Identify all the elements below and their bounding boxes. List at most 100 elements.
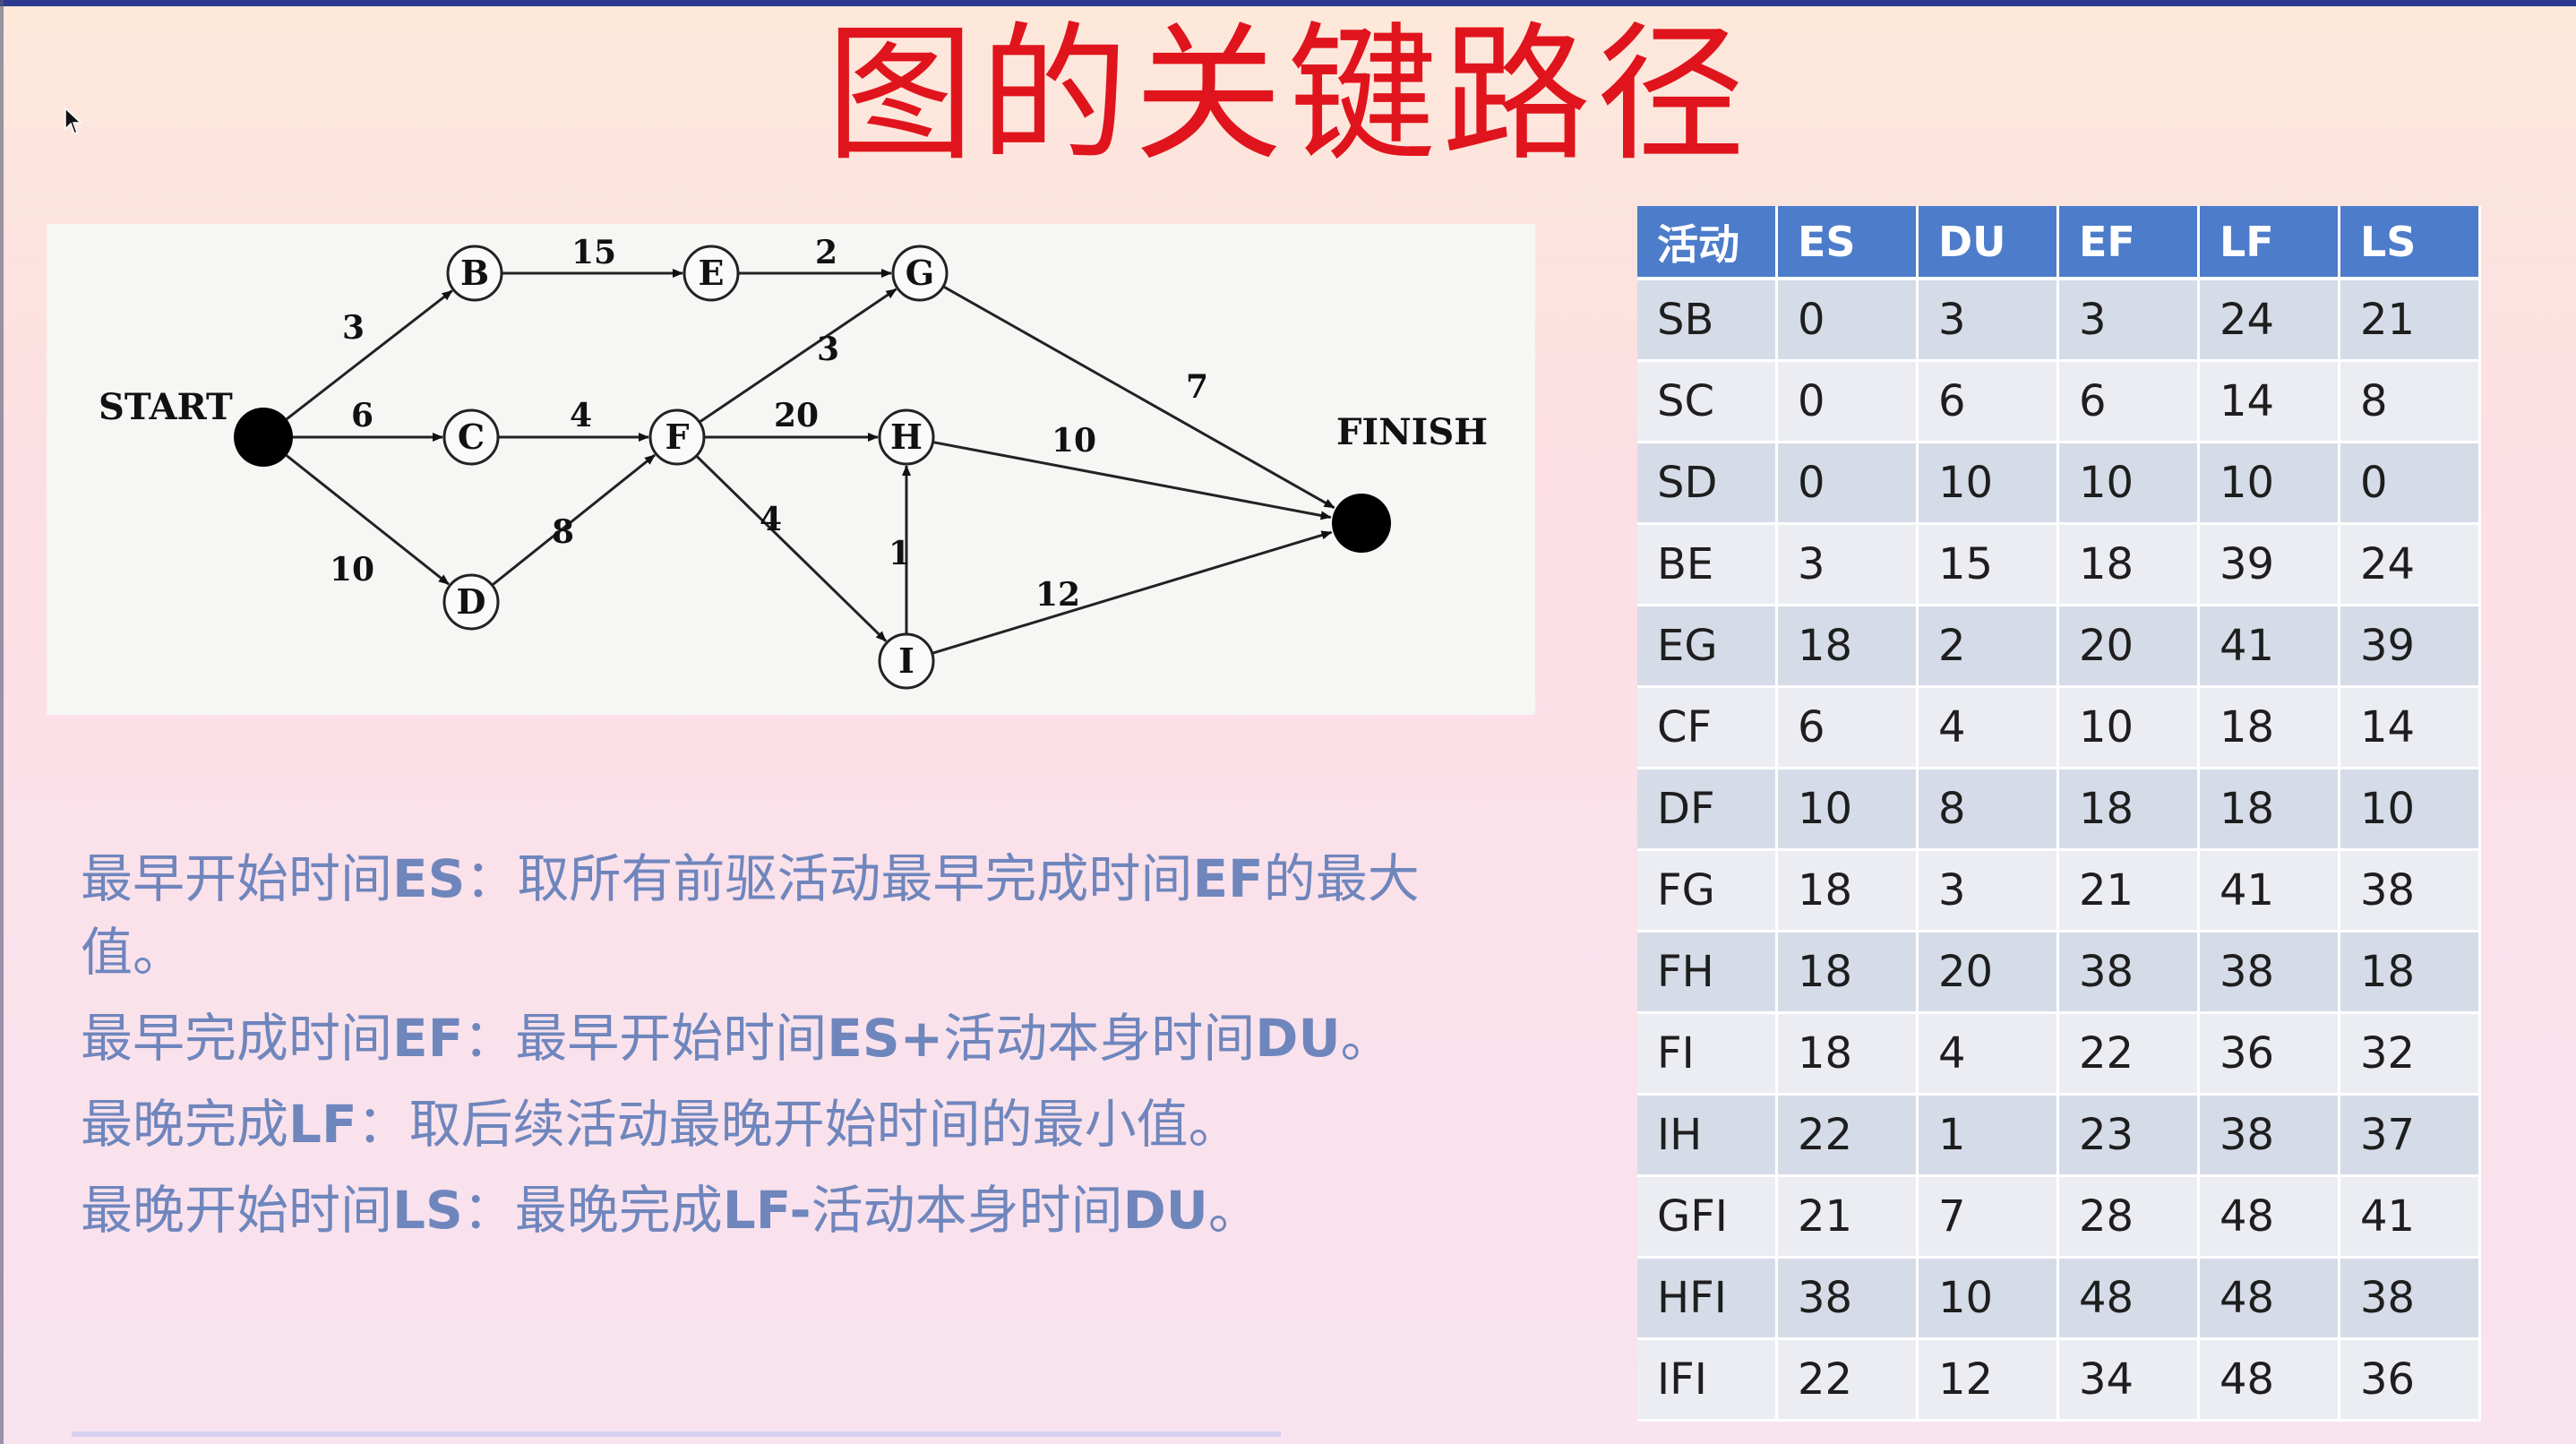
activity-cell: SD <box>1637 443 1778 525</box>
value-cell: 3 <box>1919 280 2059 362</box>
node-label: H <box>890 417 923 457</box>
edge-weight-label: 8 <box>552 513 574 551</box>
node-c: C <box>442 408 500 466</box>
finish-node <box>1332 494 1391 553</box>
value-cell: 10 <box>1919 1259 2059 1340</box>
rule-es: 最早开始时间ES：取所有前驱活动最早完成时间EF的最大值。 <box>81 848 1420 983</box>
value-cell: 48 <box>2059 1259 2200 1340</box>
value-cell: 18 <box>2059 769 2200 851</box>
value-cell: 6 <box>2059 362 2200 443</box>
value-cell: 38 <box>2200 1096 2340 1177</box>
value-cell: 24 <box>2340 525 2481 606</box>
value-cell: 4 <box>1919 688 2059 769</box>
edge-weight-label: 7 <box>1186 368 1208 406</box>
activity-cell: CF <box>1637 688 1778 769</box>
value-cell: 6 <box>1919 362 2059 443</box>
edge-weight-label: 6 <box>351 397 374 434</box>
value-cell: 18 <box>1778 606 1919 688</box>
value-cell: 38 <box>1778 1259 1919 1340</box>
value-cell: 1 <box>1919 1096 2059 1177</box>
value-cell: 36 <box>2200 1014 2340 1096</box>
value-cell: 0 <box>1778 280 1919 362</box>
value-cell: 10 <box>1778 769 1919 851</box>
value-cell: 18 <box>2200 769 2340 851</box>
rule-ef: 最早完成时间EF：最早开始时间ES+活动本身时间DU。 <box>81 1008 1393 1069</box>
value-cell: 21 <box>2340 280 2481 362</box>
value-cell: 21 <box>1778 1177 1919 1259</box>
value-cell: 28 <box>2059 1177 2200 1259</box>
value-cell: 38 <box>2340 1259 2481 1340</box>
table-row: SD 0 10 10 10 0 <box>1637 443 2481 525</box>
value-cell: 21 <box>2059 851 2200 933</box>
edge-weight-label: 10 <box>330 551 374 589</box>
activity-cell: EG <box>1637 606 1778 688</box>
table-row: EG 18 2 20 41 39 <box>1637 606 2481 688</box>
activity-cell: HFI <box>1637 1259 1778 1340</box>
table-row: IFI 22 12 34 48 36 <box>1637 1340 2481 1422</box>
value-cell: 23 <box>2059 1096 2200 1177</box>
value-cell: 18 <box>2059 525 2200 606</box>
node-f: F <box>648 408 706 466</box>
edge-weight-label: 1 <box>889 535 911 572</box>
value-cell: 37 <box>2340 1096 2481 1177</box>
col-header: EF <box>2059 206 2200 280</box>
start-node <box>234 408 293 467</box>
edge-weight-label: 10 <box>1052 422 1096 460</box>
activity-cell: GFI <box>1637 1177 1778 1259</box>
node-label: I <box>898 640 914 681</box>
value-cell: 41 <box>2340 1177 2481 1259</box>
value-cell: 7 <box>1919 1177 2059 1259</box>
table-row: CF 6 4 10 18 14 <box>1637 688 2481 769</box>
value-cell: 3 <box>1919 851 2059 933</box>
value-cell: 24 <box>2200 280 2340 362</box>
table-row: HFI 38 10 48 48 38 <box>1637 1259 2481 1340</box>
edge-weight-label: 12 <box>1035 576 1080 614</box>
top-border <box>0 0 2576 6</box>
node-label: C <box>458 417 485 457</box>
node-label: G <box>906 253 934 293</box>
activity-cell: BE <box>1637 525 1778 606</box>
value-cell: 14 <box>2200 362 2340 443</box>
rule-lf: 最晚完成LF：取后续活动最晚开始时间的最小值。 <box>81 1094 1241 1155</box>
node-label: B <box>460 253 489 293</box>
value-cell: 41 <box>2200 851 2340 933</box>
col-header: LS <box>2340 206 2481 280</box>
activity-cell: SC <box>1637 362 1778 443</box>
table-row: SB 0 3 3 24 21 <box>1637 280 2481 362</box>
value-cell: 18 <box>2200 688 2340 769</box>
activity-cell: FG <box>1637 851 1778 933</box>
value-cell: 18 <box>1778 851 1919 933</box>
finish-label: FINISH <box>1336 411 1488 453</box>
edge-weight-label: 3 <box>342 309 365 347</box>
value-cell: 10 <box>1919 443 2059 525</box>
col-header: DU <box>1919 206 2059 280</box>
value-cell: 22 <box>1778 1340 1919 1422</box>
bottom-divider <box>72 1431 1281 1437</box>
value-cell: 48 <box>2200 1177 2340 1259</box>
rule-ls: 最晚开始时间LS：最晚完成LF-活动本身时间DU。 <box>81 1180 1260 1241</box>
value-cell: 38 <box>2200 933 2340 1014</box>
value-cell: 8 <box>2340 362 2481 443</box>
value-cell: 10 <box>2059 443 2200 525</box>
table-row: FI 18 4 22 36 32 <box>1637 1014 2481 1096</box>
value-cell: 20 <box>1919 933 2059 1014</box>
table-row: FG 18 3 21 41 38 <box>1637 851 2481 933</box>
edge-weight-label: 2 <box>815 234 837 271</box>
value-cell: 22 <box>2059 1014 2200 1096</box>
node-g: G <box>891 245 949 302</box>
edge-weight-label: 4 <box>760 501 782 538</box>
value-cell: 0 <box>2340 443 2481 525</box>
node-d: D <box>442 573 500 631</box>
table-row: SC 0 6 6 14 8 <box>1637 362 2481 443</box>
edge-weight-label: 3 <box>817 331 839 368</box>
value-cell: 8 <box>1919 769 2059 851</box>
table-row: DF 10 8 18 18 10 <box>1637 769 2481 851</box>
value-cell: 39 <box>2340 606 2481 688</box>
node-label: E <box>699 253 725 293</box>
table-row: FH 18 20 38 38 18 <box>1637 933 2481 1014</box>
value-cell: 12 <box>1919 1340 2059 1422</box>
value-cell: 4 <box>1919 1014 2059 1096</box>
value-cell: 10 <box>2200 443 2340 525</box>
value-cell: 15 <box>1919 525 2059 606</box>
rules-text: 最早开始时间ES：取所有前驱活动最早完成时间EF的最大值。 最早完成时间EF：最… <box>81 842 1550 1247</box>
